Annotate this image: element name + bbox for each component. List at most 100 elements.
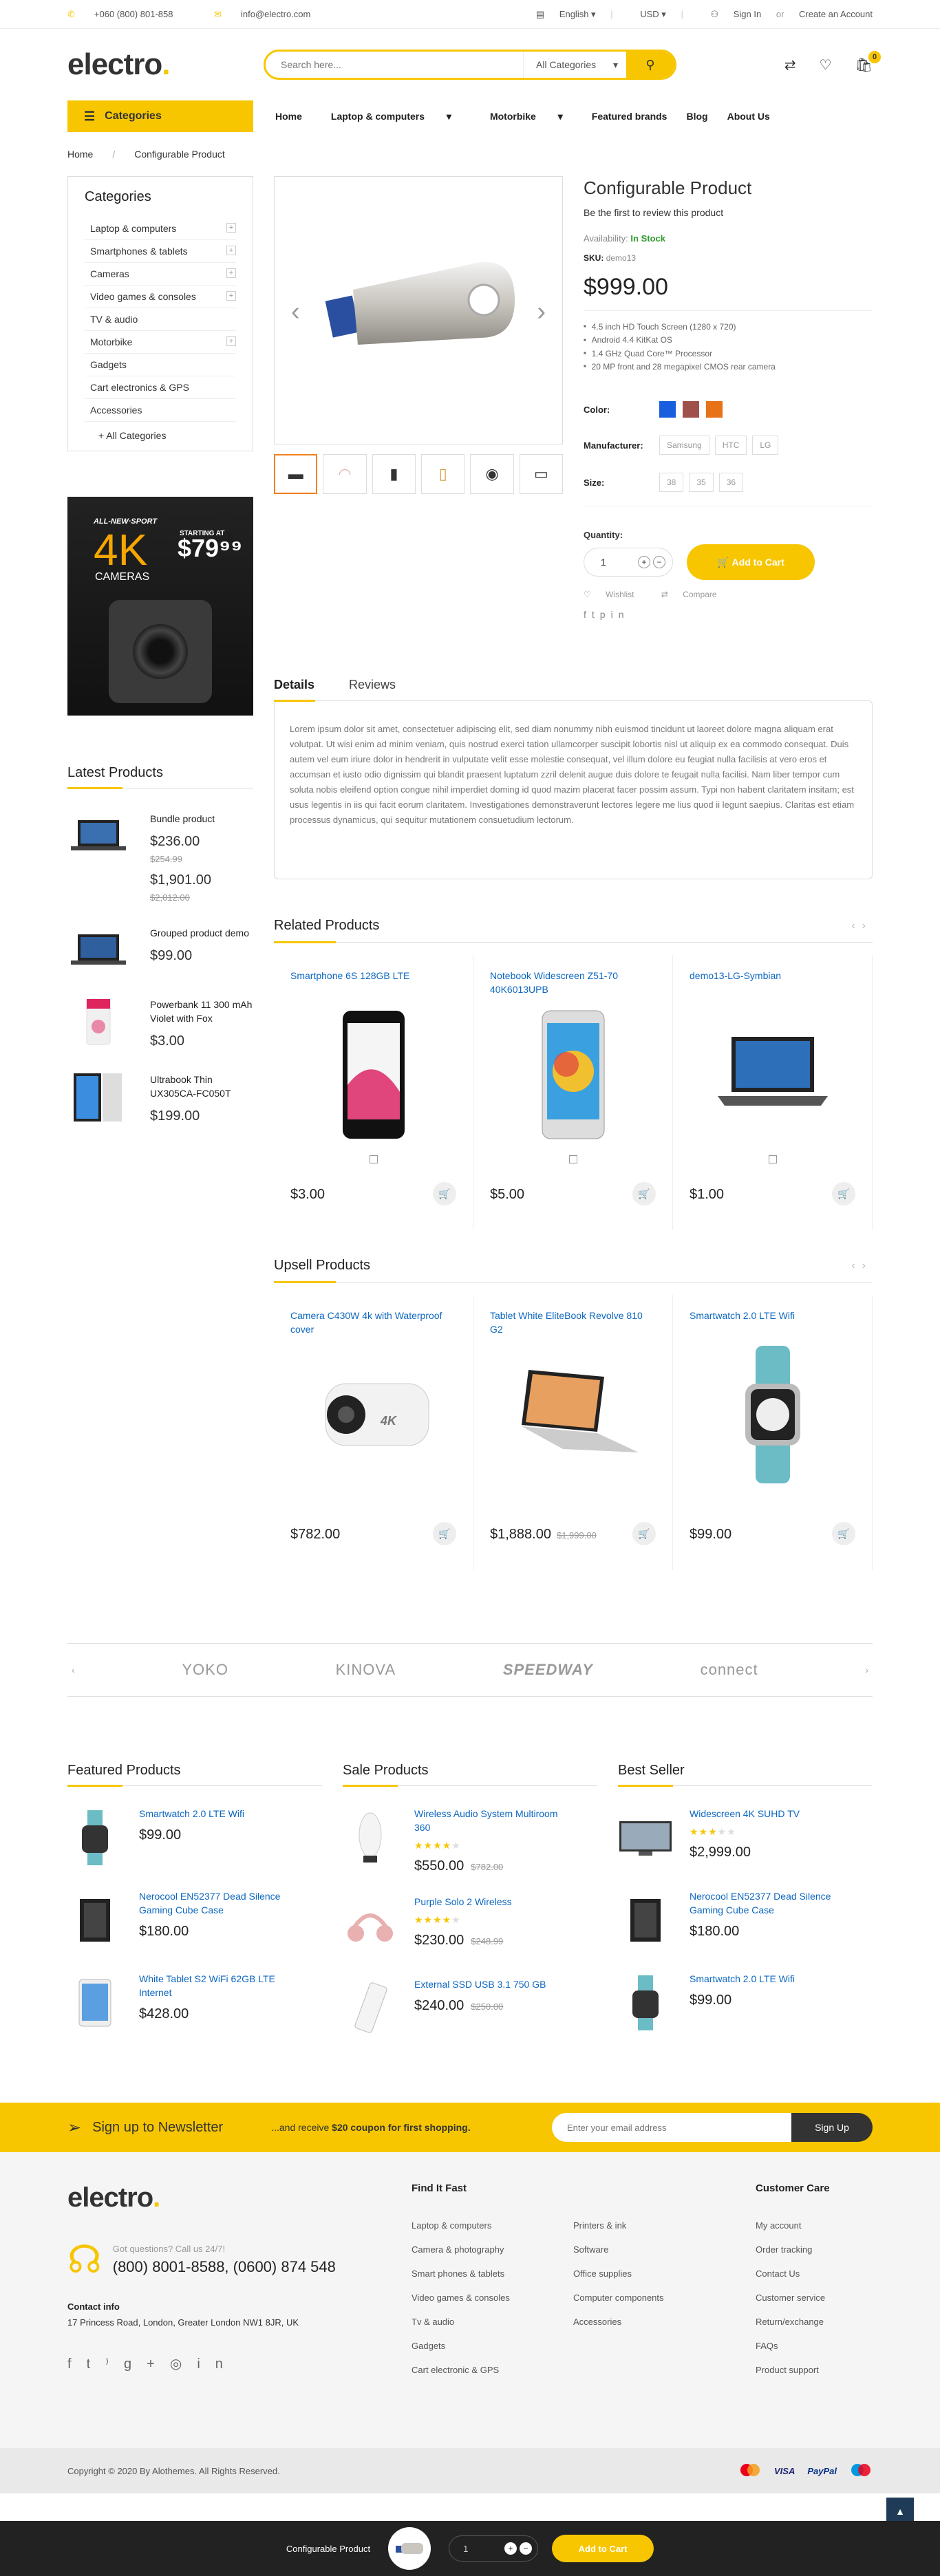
list-item[interactable]: Smartwatch 2.0 LTE Wifi $99.00 xyxy=(618,1972,873,2034)
nav-about[interactable]: About Us xyxy=(727,111,770,122)
thumbnail-usb[interactable]: ▬ xyxy=(274,454,318,494)
wishlist-label[interactable]: Wishlist xyxy=(606,590,634,599)
add-to-cart-button[interactable]: 🛒 Add to Cart xyxy=(687,544,815,581)
chevron-left-icon[interactable]: ‹ xyxy=(72,1664,75,1675)
plus-icon[interactable]: + xyxy=(226,268,236,278)
ssd-thumbnail[interactable] xyxy=(343,1977,398,2039)
search-button[interactable]: ⚲ xyxy=(626,52,674,78)
list-item[interactable]: Nerocool EN52377 Dead Silence Gaming Cub… xyxy=(67,1889,322,1951)
linkedin-icon[interactable]: in xyxy=(611,609,630,620)
list-item[interactable]: Purple Solo 2 Wireless ★★★★★ $230.00 $248.9… xyxy=(343,1895,597,1957)
email-text[interactable]: info@electro.com xyxy=(241,9,310,19)
sidebar-item-label[interactable]: TV & audio xyxy=(90,314,138,325)
promo-banner[interactable]: ALL-NEW·SPORT 4K CAMERAS STARTING AT $79… xyxy=(67,497,253,716)
brand-logo[interactable]: SPEEDWAY xyxy=(503,1661,593,1679)
product-card[interactable]: Smartphone 6S 128GB LTE $3.00 🛒 xyxy=(274,955,473,1231)
powerbank-thumbnail[interactable] xyxy=(67,998,129,1046)
product-card[interactable]: Camera C430W 4k with Waterproof cover 4K… xyxy=(274,1295,473,1571)
wishlist-link[interactable]: ♡ Wishlist xyxy=(584,590,646,599)
language-select[interactable]: ▤ English ▾ xyxy=(524,9,596,19)
plus-icon[interactable]: + xyxy=(226,336,236,346)
compare-label[interactable]: Compare xyxy=(683,590,716,599)
twitter-icon[interactable]: t xyxy=(592,609,600,620)
add-to-cart-button[interactable]: 🛒 xyxy=(433,1182,456,1206)
logo-text[interactable]: electro xyxy=(67,47,162,81)
rss-icon[interactable]: ⁾ xyxy=(105,2357,124,2372)
product-name[interactable]: Wireless Audio System Multiroom 360 xyxy=(414,1807,566,1834)
product-name[interactable]: Notebook Widescreen Z51-70 40K6013UPB xyxy=(490,969,656,999)
sidebar-item-label[interactable]: Cameras xyxy=(90,268,129,279)
product-name[interactable]: Smartwatch 2.0 LTE Wifi xyxy=(139,1807,290,1821)
sidebar-item-smartphones[interactable]: Smartphones & tablets + xyxy=(85,240,236,263)
add-to-cart-button[interactable]: 🛒 xyxy=(832,1182,855,1206)
chevron-left-icon[interactable]: ‹ xyxy=(851,1260,862,1271)
list-item[interactable]: White Tablet S2 WiFi 62GB LTE Internet $4… xyxy=(67,1972,322,2034)
product-name[interactable]: Tablet White EliteBook Revolve 810 G2 xyxy=(490,1309,656,1339)
tv-thumbnail[interactable] xyxy=(618,1807,673,1869)
quantity-stepper[interactable]: 1 + − xyxy=(584,548,673,577)
nav-home[interactable]: Home xyxy=(275,111,302,122)
laptop-thumbnail[interactable] xyxy=(67,812,129,860)
sidebar-item-label[interactable]: Accessories xyxy=(90,405,142,416)
laptop-thumbnail[interactable] xyxy=(67,926,129,974)
footer-link[interactable]: Laptop & computers xyxy=(412,2213,573,2237)
chevron-left-icon[interactable]: ‹ xyxy=(851,920,862,932)
tab-details[interactable]: Details xyxy=(274,678,316,702)
minus-icon[interactable]: − xyxy=(520,2542,533,2555)
sidebar-item-cameras[interactable]: Cameras + xyxy=(85,263,236,286)
footer-link[interactable]: Software xyxy=(573,2237,735,2262)
nav-laptop-label[interactable]: Laptop & computers xyxy=(331,111,425,122)
footer-link[interactable]: Printers & ink xyxy=(573,2213,735,2237)
sticky-quantity-stepper[interactable]: 1 + − xyxy=(449,2535,539,2562)
product-name[interactable]: Nerocool EN52377 Dead Silence Gaming Cub… xyxy=(139,1889,290,1917)
sidebar-item-gadgets[interactable]: Gadgets xyxy=(85,354,236,376)
list-item[interactable]: Grouped product demo $99.00 xyxy=(67,926,253,974)
product-name[interactable]: Camera C430W 4k with Waterproof cover xyxy=(290,1309,456,1339)
product-name[interactable]: demo13-LG-Symbian xyxy=(690,969,855,999)
list-item[interactable]: Ultrabook Thin UX305CA-FC050T $199.00 xyxy=(67,1073,253,1124)
plus-icon[interactable]: + xyxy=(638,556,650,569)
brand-logo[interactable]: connect xyxy=(701,1661,758,1679)
pc-case-thumbnail[interactable] xyxy=(618,1889,673,1951)
sticky-quantity-value[interactable]: 1 xyxy=(463,2544,468,2554)
nav-laptop[interactable]: Laptop & computers ▾ xyxy=(321,111,461,122)
add-to-cart-button[interactable]: 🛒 xyxy=(632,1522,656,1546)
add-to-cart-label[interactable]: Add to Cart xyxy=(732,557,784,568)
sidebar-item-label[interactable]: Cart electronics & GPS xyxy=(90,382,189,393)
plus-icon[interactable]: + xyxy=(226,246,236,255)
plus-icon[interactable]: + xyxy=(226,291,236,301)
language-label[interactable]: English xyxy=(559,9,589,19)
chevron-right-icon[interactable]: › xyxy=(862,920,873,932)
search-category-select[interactable]: All Categories ▾ xyxy=(523,52,626,78)
nav-motorbike-label[interactable]: Motorbike xyxy=(490,111,536,122)
thumbnail-phone[interactable]: ▯ xyxy=(421,454,465,494)
sidebar-item-label[interactable]: Video games & consoles xyxy=(90,291,196,302)
smartwatch-image[interactable] xyxy=(690,1339,855,1490)
headphones-thumbnail[interactable] xyxy=(343,1895,398,1957)
dribbble-icon[interactable]: ◎ xyxy=(170,2357,197,2372)
breadcrumb-home[interactable]: Home xyxy=(67,149,93,160)
manufacturer-option[interactable]: HTC xyxy=(714,436,747,455)
newsletter-signup-button[interactable]: Sign Up xyxy=(791,2113,873,2142)
categories-label[interactable]: Categories xyxy=(105,110,162,122)
categories-menu-button[interactable]: ☰ Categories xyxy=(67,100,253,132)
google-plus-icon[interactable]: g+ xyxy=(124,2357,170,2372)
action-camera-image[interactable]: 4K xyxy=(290,1339,456,1490)
smartwatch-thumbnail[interactable] xyxy=(618,1972,673,2034)
brand-logo[interactable]: KINOVA xyxy=(336,1661,396,1679)
chevron-left-icon[interactable]: ‹ xyxy=(291,297,300,327)
list-item[interactable]: Bundle product $236.00 $254.99 $1,901.00… xyxy=(67,812,253,903)
facebook-icon[interactable]: f xyxy=(584,609,592,620)
color-swatch-brown[interactable] xyxy=(683,401,699,418)
linkedin-icon[interactable]: in xyxy=(197,2357,238,2372)
chevron-right-icon[interactable]: › xyxy=(537,297,546,327)
size-option[interactable]: 35 xyxy=(689,473,714,493)
footer-link[interactable]: My account xyxy=(756,2213,873,2237)
smartwatch-thumbnail[interactable] xyxy=(67,1807,122,1869)
thumbnail-tablet[interactable]: ▮ xyxy=(372,454,416,494)
sidebar-item-laptop[interactable]: Laptop & computers + xyxy=(85,217,236,240)
product-main-image[interactable]: ‹ › xyxy=(274,176,563,444)
laptop-image[interactable] xyxy=(690,999,855,1150)
compare-link[interactable]: ⇄ Compare xyxy=(661,590,729,599)
footer-link[interactable]: Computer components xyxy=(573,2286,735,2310)
